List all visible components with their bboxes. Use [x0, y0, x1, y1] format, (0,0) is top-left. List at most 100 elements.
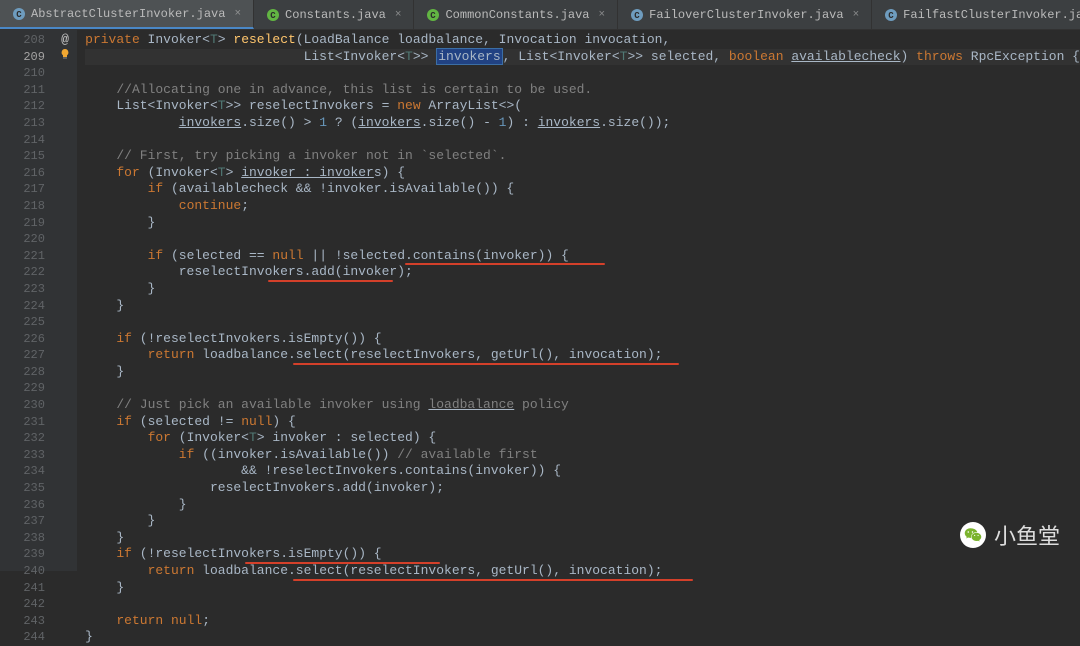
- code-line[interactable]: }: [85, 629, 1080, 646]
- code-line[interactable]: && !reselectInvokers.contains(invoker)) …: [85, 463, 1080, 480]
- svg-text:C: C: [431, 11, 437, 21]
- svg-text:C: C: [270, 11, 276, 21]
- line-number[interactable]: 222: [0, 264, 45, 281]
- java-class-icon: C: [266, 8, 280, 22]
- code-line[interactable]: // Just pick an available invoker using …: [85, 397, 1080, 414]
- line-number[interactable]: 236: [0, 497, 45, 514]
- line-number[interactable]: 212: [0, 98, 45, 115]
- line-number[interactable]: 237: [0, 513, 45, 530]
- code-line[interactable]: if (selected == null || !selected.contai…: [85, 248, 1080, 265]
- java-class-icon: C: [630, 8, 644, 22]
- line-number[interactable]: 223: [0, 281, 45, 298]
- line-number[interactable]: 224: [0, 298, 45, 315]
- editor-tabs: CAbstractClusterInvoker.java×CConstants.…: [0, 0, 1080, 30]
- code-line[interactable]: }: [85, 281, 1080, 298]
- editor-tab[interactable]: C AbstractClusterInvoker.java ×: [0, 0, 254, 29]
- tab-label: FailoverClusterInvoker.java: [649, 8, 843, 22]
- editor-tab[interactable]: CCommonConstants.java×: [414, 0, 618, 29]
- line-number[interactable]: 242: [0, 596, 45, 613]
- svg-text:C: C: [634, 11, 640, 21]
- line-number[interactable]: 240: [0, 563, 45, 580]
- line-number[interactable]: 209: [0, 49, 45, 66]
- code-line[interactable]: [85, 132, 1080, 149]
- code-line[interactable]: return loadbalance.select(reselectInvoke…: [85, 563, 1080, 580]
- svg-text:C: C: [16, 10, 22, 20]
- code-line[interactable]: reselectInvokers.add(invoker);: [85, 264, 1080, 281]
- code-line[interactable]: [85, 314, 1080, 331]
- code-line[interactable]: [85, 231, 1080, 248]
- code-line[interactable]: List<Invoker<T>> reselectInvokers = new …: [85, 98, 1080, 115]
- line-number[interactable]: 220: [0, 231, 45, 248]
- code-line[interactable]: return null;: [85, 613, 1080, 630]
- line-number[interactable]: 218: [0, 198, 45, 215]
- code-line[interactable]: for (Invoker<T> invoker : selected) {: [85, 430, 1080, 447]
- tab-label: FailfastClusterInvoker.java: [903, 8, 1080, 22]
- line-number[interactable]: 213: [0, 115, 45, 132]
- line-number[interactable]: 227: [0, 347, 45, 364]
- code-line[interactable]: return loadbalance.select(reselectInvoke…: [85, 347, 1080, 364]
- code-line[interactable]: }: [85, 364, 1080, 381]
- line-number[interactable]: 211: [0, 82, 45, 99]
- line-number[interactable]: 231: [0, 414, 45, 431]
- intention-bulb-icon[interactable]: [59, 48, 71, 66]
- java-class-icon: C: [12, 7, 26, 21]
- line-number[interactable]: 234: [0, 463, 45, 480]
- line-number[interactable]: 217: [0, 181, 45, 198]
- editor-tab[interactable]: C FailoverClusterInvoker.java ×: [618, 0, 872, 29]
- line-number[interactable]: 208: [0, 32, 45, 49]
- line-number[interactable]: 229: [0, 380, 45, 397]
- line-number[interactable]: 241: [0, 580, 45, 597]
- line-number[interactable]: 239: [0, 546, 45, 563]
- line-number[interactable]: 226: [0, 331, 45, 348]
- close-icon[interactable]: ×: [853, 9, 860, 21]
- code-line[interactable]: }: [85, 298, 1080, 315]
- line-number[interactable]: 221: [0, 248, 45, 265]
- line-number[interactable]: 219: [0, 215, 45, 232]
- close-icon[interactable]: ×: [395, 9, 402, 21]
- code-line[interactable]: if (selected != null) {: [85, 414, 1080, 431]
- line-number[interactable]: 232: [0, 430, 45, 447]
- line-number[interactable]: 235: [0, 480, 45, 497]
- code-line[interactable]: reselectInvokers.add(invoker);: [85, 480, 1080, 497]
- line-number[interactable]: 216: [0, 165, 45, 182]
- line-number[interactable]: 225: [0, 314, 45, 331]
- line-number[interactable]: 228: [0, 364, 45, 381]
- editor-area: 2082092102112122132142152162172182192202…: [0, 30, 1080, 571]
- line-number[interactable]: 210: [0, 65, 45, 82]
- code-content[interactable]: private Invoker<T> reselect(LoadBalance …: [77, 30, 1080, 571]
- code-line[interactable]: if (!reselectInvokers.isEmpty()) {: [85, 331, 1080, 348]
- line-number[interactable]: 243: [0, 613, 45, 630]
- code-line[interactable]: private Invoker<T> reselect(LoadBalance …: [85, 32, 1080, 49]
- java-class-icon: C: [884, 8, 898, 22]
- line-number[interactable]: 233: [0, 447, 45, 464]
- watermark-text: 小鱼堂: [994, 519, 1060, 551]
- code-line[interactable]: }: [85, 530, 1080, 547]
- tab-label: AbstractClusterInvoker.java: [31, 7, 225, 21]
- line-number[interactable]: 230: [0, 397, 45, 414]
- code-line[interactable]: }: [85, 215, 1080, 232]
- code-line[interactable]: //Allocating one in advance, this list i…: [85, 82, 1080, 99]
- code-line[interactable]: [85, 380, 1080, 397]
- code-line[interactable]: // First, try picking a invoker not in `…: [85, 148, 1080, 165]
- code-line[interactable]: if (availablecheck && !invoker.isAvailab…: [85, 181, 1080, 198]
- code-line[interactable]: List<Invoker<T>> invokers, List<Invoker<…: [85, 49, 1080, 66]
- line-number[interactable]: 214: [0, 132, 45, 149]
- close-icon[interactable]: ×: [234, 8, 241, 20]
- editor-tab[interactable]: CConstants.java×: [254, 0, 414, 29]
- code-line[interactable]: [85, 596, 1080, 613]
- close-icon[interactable]: ×: [599, 9, 606, 21]
- code-line[interactable]: for (Invoker<T> invoker : invokers) {: [85, 165, 1080, 182]
- code-line[interactable]: }: [85, 513, 1080, 530]
- code-line[interactable]: continue;: [85, 198, 1080, 215]
- line-number[interactable]: 238: [0, 530, 45, 547]
- code-line[interactable]: if (!reselectInvokers.isEmpty()) {: [85, 546, 1080, 563]
- override-annotation-icon[interactable]: @: [61, 32, 69, 49]
- line-number[interactable]: 244: [0, 629, 45, 646]
- code-line[interactable]: [85, 65, 1080, 82]
- editor-tab[interactable]: CFailfastClusterInvoker.java×: [872, 0, 1080, 29]
- line-number[interactable]: 215: [0, 148, 45, 165]
- code-line[interactable]: invokers.size() > 1 ? (invokers.size() -…: [85, 115, 1080, 132]
- code-line[interactable]: if ((invoker.isAvailable()) // available…: [85, 447, 1080, 464]
- code-line[interactable]: }: [85, 580, 1080, 597]
- code-line[interactable]: }: [85, 497, 1080, 514]
